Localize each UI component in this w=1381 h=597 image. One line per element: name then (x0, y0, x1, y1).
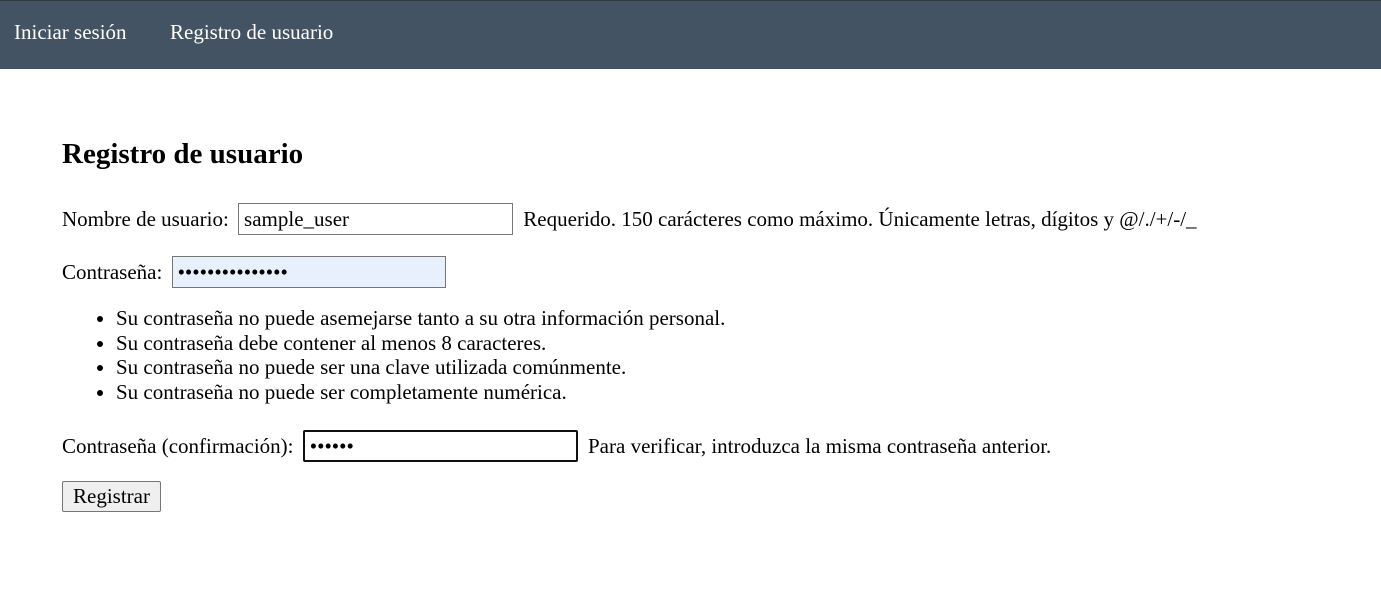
confirm-password-label: Contraseña (confirmación): (62, 434, 294, 458)
password-rule: Su contraseña no puede asemejarse tanto … (116, 306, 725, 331)
page-title: Registro de usuario (62, 138, 304, 170)
username-input[interactable] (238, 203, 514, 235)
nav-link-register[interactable]: Registro de usuario (170, 20, 333, 44)
password-rule: Su contraseña no puede ser una clave uti… (116, 355, 725, 380)
username-help-text: Requerido. 150 carácteres como máximo. Ú… (523, 207, 1197, 231)
password-rules-list: Su contraseña no puede asemejarse tanto … (62, 306, 725, 404)
register-submit-button[interactable]: Registrar (62, 481, 161, 512)
confirm-password-help-text: Para verificar, introduzca la misma cont… (588, 434, 1052, 458)
password-rule: Su contraseña no puede ser completamente… (116, 380, 725, 405)
password-input[interactable] (171, 256, 446, 288)
password-rule: Su contraseña debe contener al menos 8 c… (116, 331, 725, 356)
username-label: Nombre de usuario: (62, 207, 229, 231)
nav-link-login[interactable]: Iniciar sesión (14, 20, 127, 44)
password-label: Contraseña: (62, 260, 163, 284)
username-row: Nombre de usuario: Requerido. 150 caráct… (62, 203, 1197, 235)
confirm-password-input[interactable] (302, 430, 578, 462)
top-navbar: Iniciar sesión Registro de usuario (0, 0, 1381, 69)
password-row: Contraseña: (62, 256, 446, 288)
confirm-password-row: Contraseña (confirmación): Para verifica… (62, 430, 1051, 462)
